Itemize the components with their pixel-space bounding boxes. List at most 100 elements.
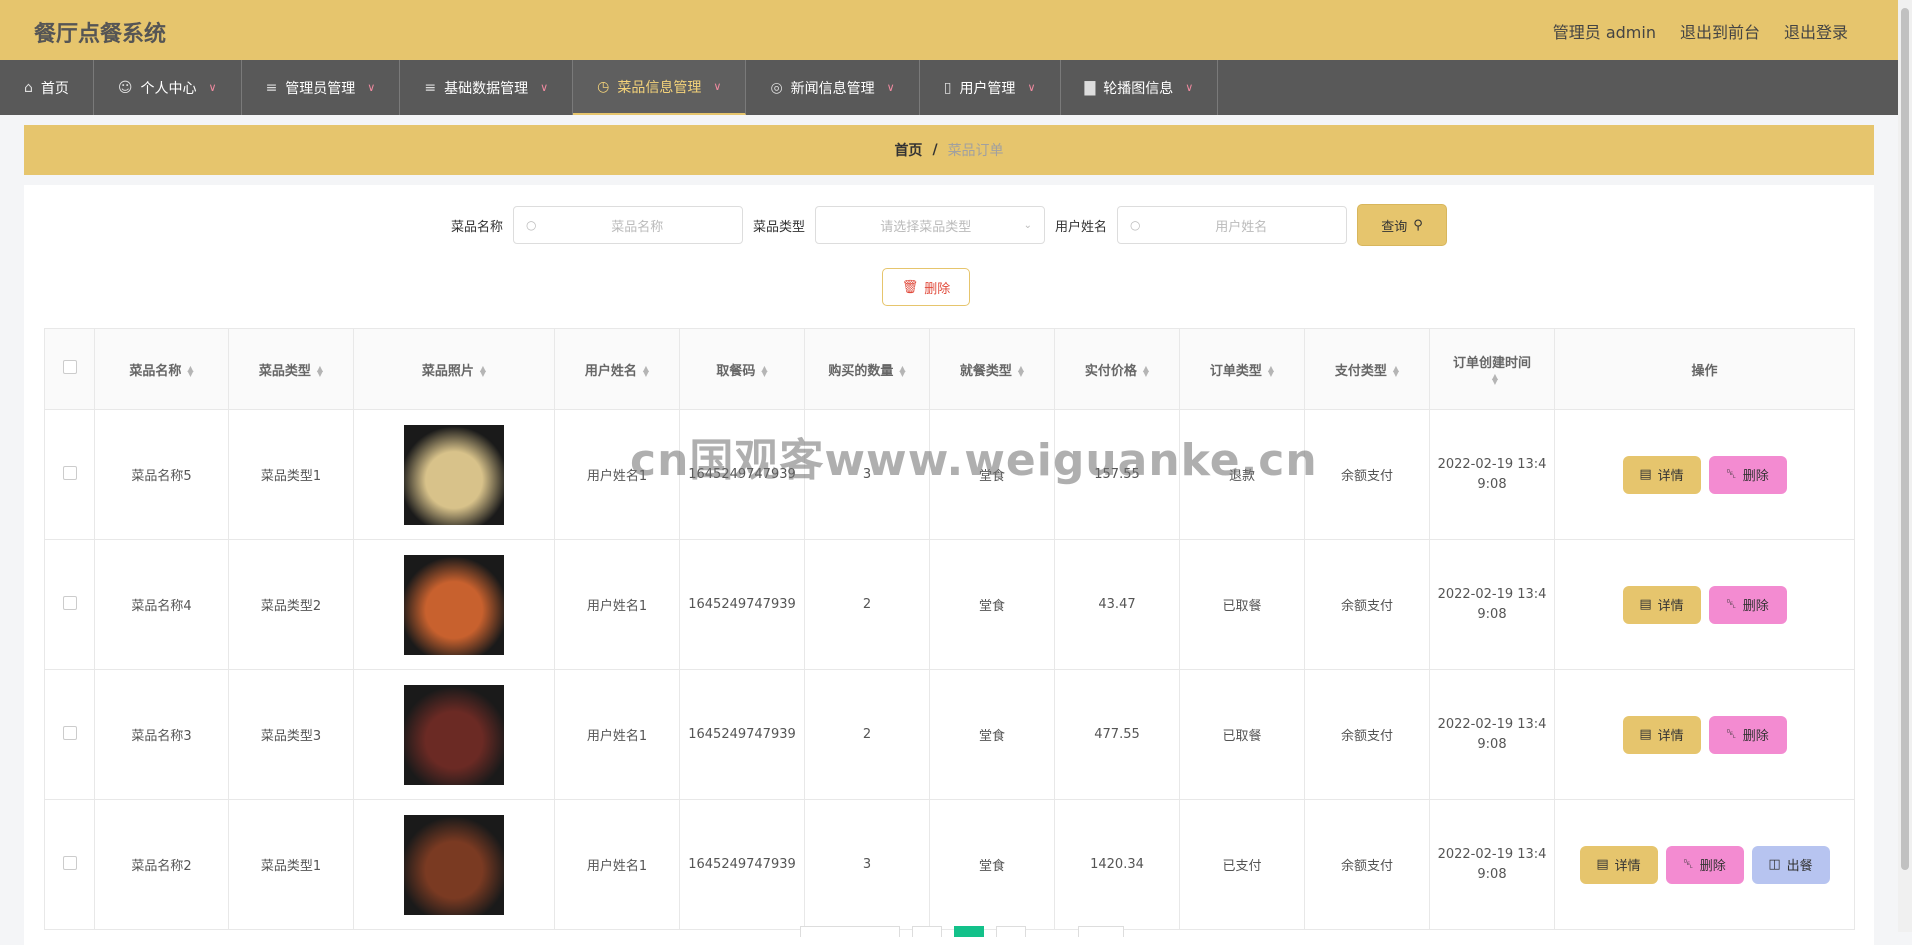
select-all-cell[interactable] [44, 328, 95, 410]
column-header-0[interactable]: 菜品名称 ▲ ▼ [94, 328, 229, 410]
nav-item-1[interactable]: ☺ 个人中心 ∨ [94, 60, 242, 115]
dish-type-label: 菜品类型 [752, 219, 805, 235]
dish-photo[interactable] [404, 684, 504, 785]
column-header-8[interactable]: 订单类型 ▲ ▼ [1179, 328, 1305, 410]
column-header-6[interactable]: 就餐类型 ▲ ▼ [929, 328, 1055, 410]
nav-item-6[interactable]: ▯ 用户管理 ∨ [920, 60, 1061, 115]
detail-button[interactable]: ▤ 详情 [1579, 845, 1658, 884]
column-header-label: 订单创建时间 [1452, 356, 1531, 371]
delete-button[interactable]: ␡ 删除 [1665, 845, 1744, 884]
nav-item-5[interactable]: ◎ 新闻信息管理 ∨ [746, 60, 920, 115]
cell-pay-type: 余额支付 [1304, 539, 1430, 670]
sort-icon[interactable]: ▲ ▼ [761, 365, 767, 378]
cell-text: 菜品类型1 [260, 859, 322, 874]
sort-icon[interactable]: ▲ ▼ [480, 365, 486, 378]
table-body: 菜品名称5 菜品类型1 用户姓名1 1645249747939 3 堂食 157.55 退款余… [44, 409, 1855, 930]
cell-text: 2 [862, 597, 872, 612]
nav-item-0[interactable]: ⌂ 首页 [0, 60, 94, 115]
action-label: 删除 [1742, 729, 1769, 744]
dish-photo[interactable] [404, 814, 504, 915]
back-to-frontend-link[interactable]: 退出到前台 [1680, 19, 1760, 43]
nav-item-2[interactable]: ≡ 管理员管理 ∨ [242, 60, 401, 115]
column-header-4[interactable]: 取餐码 ▲ ▼ [679, 328, 805, 410]
top-header: 餐厅点餐系统 管理员 admin 退出到前台 退出登录 [0, 0, 1898, 60]
cell-order-type: 已取餐 [1179, 669, 1305, 800]
row-checkbox[interactable] [62, 855, 77, 870]
admin-label: 管理员 admin [1552, 23, 1656, 42]
delete-button[interactable]: ␡ 删除 [1708, 455, 1787, 494]
sort-icon[interactable]: ▲ ▼ [1018, 365, 1024, 378]
list-icon: ≡ [424, 79, 437, 96]
row-checkbox[interactable] [62, 465, 77, 480]
query-button[interactable]: 查询 ⚲ [1357, 204, 1448, 246]
cell-name: 菜品名称5 [94, 409, 229, 540]
dish-name-input[interactable]: ○ 菜品名称 [512, 206, 743, 244]
user-name-input[interactable]: ○ 用户姓名 [1117, 206, 1348, 244]
detail-button[interactable]: ▤ 详情 [1622, 455, 1701, 494]
cell-text: 菜品名称4 [131, 599, 192, 614]
sort-icon[interactable]: ▲ ▼ [1492, 372, 1498, 385]
cell-dine: 堂食 [929, 799, 1055, 930]
cell-text: 1645249747939 [688, 466, 796, 482]
column-header-label: 菜品类型 [258, 363, 311, 379]
delete-button[interactable]: ␡ 删除 [1708, 585, 1787, 624]
row-select-cell[interactable] [44, 799, 95, 930]
sort-icon[interactable]: ▲ ▼ [643, 365, 649, 378]
trash-icon: 🗑 [901, 279, 919, 295]
detail-button[interactable]: ▤ 详情 [1622, 715, 1701, 754]
column-header-2[interactable]: 菜品照片 ▲ ▼ [353, 328, 555, 410]
logout-link[interactable]: 退出登录 [1784, 19, 1848, 43]
cell-text: 菜品名称2 [131, 859, 192, 874]
row-checkbox[interactable] [62, 595, 77, 610]
sort-icon[interactable]: ▲ ▼ [899, 365, 905, 378]
column-header-3[interactable]: 用户姓名 ▲ ▼ [554, 328, 680, 410]
cell-qty: 3 [804, 409, 930, 540]
sort-icon[interactable]: ▲ ▼ [1393, 365, 1399, 378]
row-select-cell[interactable] [44, 539, 95, 670]
column-header-10[interactable]: 订单创建时间 ▲ ▼ [1429, 328, 1555, 410]
cell-text: 1645249747939 [688, 726, 796, 742]
sort-icon[interactable]: ▲ ▼ [1143, 365, 1149, 378]
cell-text: 菜品类型2 [260, 599, 322, 614]
cell-dine: 堂食 [929, 409, 1055, 540]
sort-icon[interactable]: ▲ ▼ [317, 365, 323, 378]
dish-photo[interactable] [404, 554, 504, 655]
breadcrumb-home[interactable]: 首页 [894, 140, 922, 160]
detail-button[interactable]: ▤ 详情 [1622, 585, 1701, 624]
sort-icon[interactable]: ▲ ▼ [1268, 365, 1274, 378]
cell-price: 43.47 [1054, 539, 1180, 670]
breadcrumb-separator: / [932, 142, 938, 158]
sort-icon[interactable]: ▲ ▼ [187, 365, 193, 378]
cell-text: 用户姓名1 [586, 729, 648, 744]
nav-item-7[interactable]: ▇ 轮播图信息 ∨ [1061, 60, 1219, 115]
nav-item-label: 基础数据管理 [444, 80, 529, 97]
actions-cell: ▤ 详情 ␡ 删除 [1554, 669, 1855, 800]
delete-button[interactable]: ␡ 删除 [1708, 715, 1787, 754]
cell-price: 157.55 [1054, 409, 1180, 540]
column-header-1[interactable]: 菜品类型 ▲ ▼ [228, 328, 354, 410]
dish-photo-cell [353, 409, 555, 540]
cell-code: 1645249747939 [679, 539, 805, 670]
dish-type-select[interactable]: 请选择菜品类型 ⌄ [815, 206, 1045, 244]
column-header-5[interactable]: 购买的数量 ▲ ▼ [804, 328, 930, 410]
column-header-11: 操作 [1554, 328, 1855, 410]
cell-order-type: 退款 [1179, 409, 1305, 540]
select-all-checkbox[interactable] [62, 360, 77, 374]
nav-item-3[interactable]: ≡ 基础数据管理 ∨ [400, 60, 574, 115]
cell-created: 2022-02-19 13:49:08 [1429, 539, 1555, 670]
column-header-7[interactable]: 实付价格 ▲ ▼ [1054, 328, 1180, 410]
dish-photo-cell [353, 539, 555, 670]
row-checkbox[interactable] [62, 725, 77, 740]
cell-text: 2 [862, 727, 872, 742]
bulk-delete-button[interactable]: 🗑 删除 [882, 268, 970, 306]
row-select-cell[interactable] [44, 409, 95, 540]
row-select-cell[interactable] [44, 669, 95, 800]
serve-meal-button[interactable]: ◫ 出餐 [1751, 845, 1830, 884]
column-header-9[interactable]: 支付类型 ▲ ▼ [1304, 328, 1430, 410]
cell-user: 用户姓名1 [554, 799, 680, 930]
dish-photo[interactable] [404, 424, 504, 525]
page-scrollbar[interactable] [1898, 0, 1912, 932]
nav-item-4[interactable]: ◷ 菜品信息管理 ∨ [573, 60, 747, 115]
orders-table: 菜品名称 ▲ ▼ 菜品类型 ▲ ▼ 菜品照片 ▲ ▼ 用户姓名 ▲ ▼ 取餐码 ▲ ▼ 购买的数量 ▲ ▼ 就餐类型… [44, 328, 1855, 930]
scrollbar-thumb[interactable] [1901, 8, 1909, 870]
